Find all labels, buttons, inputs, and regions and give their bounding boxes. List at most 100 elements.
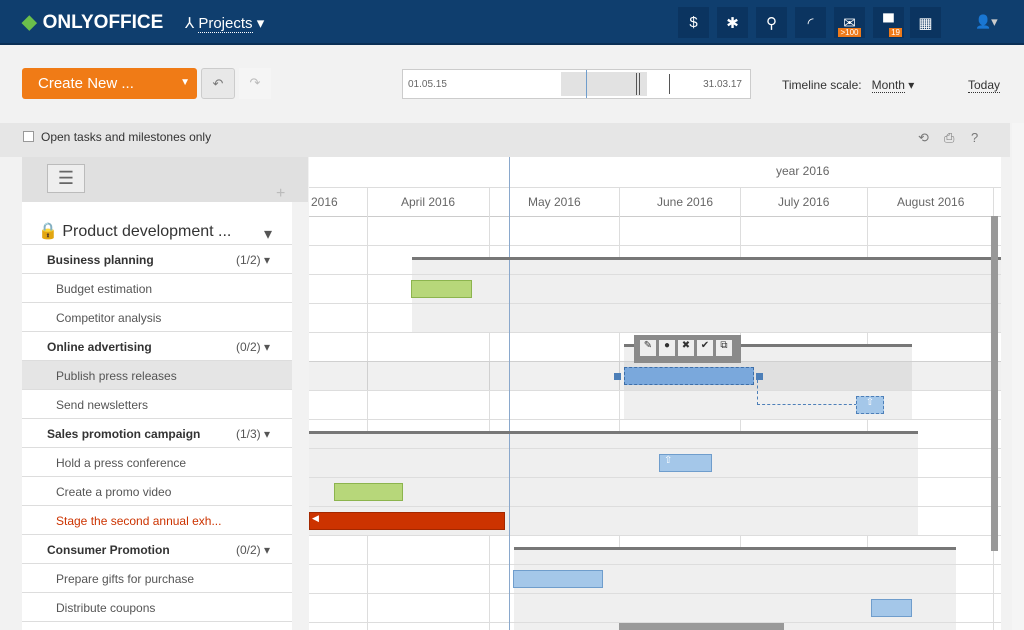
range-window[interactable]	[561, 72, 647, 96]
row-count: (1/2) ▾	[235, 253, 270, 267]
task-bar-hold-press-conference[interactable]: ⇧	[659, 454, 712, 472]
milestone-row[interactable]: Business planning (1/2) ▾	[22, 245, 292, 274]
row-line	[309, 448, 1001, 449]
row-line	[309, 274, 1001, 275]
open-only-checkbox[interactable]	[23, 131, 34, 142]
task-list: ☰ + 🔒 Product development ... ▾ Business …	[22, 157, 308, 630]
dollar-icon[interactable]: $	[678, 7, 709, 38]
scale-dropdown[interactable]: Month	[871, 78, 905, 93]
print-icon[interactable]: ⎙	[944, 130, 954, 146]
row-line	[309, 564, 1001, 565]
row-line	[309, 390, 1001, 391]
resize-handle-left[interactable]	[614, 373, 621, 380]
redo-button[interactable]: ↷	[239, 68, 271, 99]
row-label: Prepare gifts for purchase	[56, 572, 195, 586]
milestone-bar-sales-promotion[interactable]	[309, 431, 918, 434]
page-scrollbar[interactable]	[1012, 123, 1024, 630]
mail-icon[interactable]: ✉ >100	[834, 7, 865, 38]
month-label: July 2016	[778, 195, 830, 209]
row-label: Stage the second annual exh...	[56, 514, 222, 528]
task-row[interactable]: Hold a press conference	[22, 448, 292, 477]
help-icon[interactable]: ?	[971, 130, 978, 145]
module-selector[interactable]: ⅄ Projects ▾	[185, 14, 264, 33]
row-label: Create a promo video	[56, 485, 172, 499]
row-label: Consumer Promotion	[47, 543, 170, 557]
search-icon[interactable]: ⚲	[756, 7, 787, 38]
month-label: 2016	[311, 195, 338, 209]
row-line	[309, 535, 1001, 536]
edit-icon[interactable]: ✎	[640, 340, 656, 356]
task-row[interactable]: Competitor analysis	[22, 303, 292, 332]
assign-user-icon[interactable]: ●	[659, 340, 675, 356]
task-bar-budget-estimation[interactable]	[411, 280, 472, 298]
month-label: June 2016	[657, 195, 714, 209]
milestone-row[interactable]: Sales promotion campaign (1/3) ▾	[22, 419, 292, 448]
top-bar: ◆ ONLYOFFICE ⅄ Projects ▾ $ ✱ ⚲ ◜ ✉ >100 ▀…	[0, 0, 1024, 45]
calendar-icon[interactable]: ▦	[910, 7, 941, 38]
undo-button[interactable]: ↶	[201, 68, 235, 99]
row-count: (0/2) ▾	[235, 543, 270, 557]
row-label: Competitor analysis	[56, 311, 162, 325]
today-line	[509, 157, 510, 630]
logo[interactable]: ◆ ONLYOFFICE	[22, 11, 163, 34]
delete-icon[interactable]: ✖	[678, 340, 694, 356]
settings-icon[interactable]: ✱	[717, 7, 748, 38]
row-label: Publish press releases	[56, 369, 177, 383]
row-line	[309, 303, 1001, 304]
complete-icon[interactable]: ✔	[697, 340, 713, 356]
row-line	[309, 419, 1001, 420]
row-count: (1/3) ▾	[235, 427, 270, 441]
row-line	[309, 593, 1001, 594]
row-count: (0/2) ▾	[235, 340, 270, 354]
milestone-bar-business-planning[interactable]	[412, 257, 1001, 260]
year-label: year 2016	[776, 164, 830, 178]
project-row[interactable]: 🔒 Product development ... ▾	[22, 216, 292, 245]
task-bar-prepare-gifts[interactable]	[513, 570, 603, 588]
task-row[interactable]: Send newsletters	[22, 390, 292, 419]
timeline-scale: Timeline scale: Month ▾	[782, 78, 915, 93]
task-bar-create-promo-video[interactable]	[334, 483, 403, 501]
menu-icon[interactable]: ☰	[47, 164, 85, 193]
task-row[interactable]: Prepare gifts for purchase	[22, 564, 292, 593]
today-button[interactable]: Today	[968, 78, 1001, 93]
row-label: Hold a press conference	[56, 456, 187, 470]
milestone-row[interactable]: Online advertising (0/2) ▾	[22, 332, 292, 361]
row-line	[309, 332, 1001, 333]
lock-icon: 🔒	[38, 223, 58, 240]
row-label: Business planning	[47, 253, 154, 267]
milestone-bar-consumer-promotion[interactable]	[514, 547, 956, 550]
row-label: Send newsletters	[56, 398, 149, 412]
month-label: May 2016	[528, 195, 581, 209]
chat-icon[interactable]: ▀ 19	[873, 7, 904, 38]
chart-horizontal-scrollbar[interactable]	[619, 623, 784, 630]
task-bar-publish-press-releases[interactable]	[624, 367, 754, 385]
feed-icon[interactable]: ◜	[795, 7, 826, 38]
month-label: April 2016	[401, 195, 456, 209]
dependency-link	[757, 380, 857, 405]
row-label: Sales promotion campaign	[47, 427, 201, 441]
gantt-chart[interactable]: year 2016 2016 April 2016 May 2016 June 201…	[309, 157, 1001, 630]
task-row[interactable]: Budget estimation	[22, 274, 292, 303]
user-icon[interactable]: 👤▾	[975, 14, 998, 30]
timeline-range-slider[interactable]: 01.05.15 31.03.17	[402, 69, 751, 99]
task-row[interactable]: Publish press releases	[22, 361, 292, 390]
month-label: August 2016	[897, 195, 965, 209]
row-label: Budget estimation	[56, 282, 153, 296]
row-line	[309, 477, 1001, 478]
row-line	[309, 506, 1001, 507]
add-icon[interactable]: +	[276, 185, 285, 203]
filter-label: Open tasks and milestones only	[41, 130, 212, 144]
refresh-icon[interactable]: ⟲	[918, 130, 929, 146]
task-bar-send-newsletters[interactable]: ⇧	[856, 396, 884, 414]
task-row[interactable]: Distribute coupons	[22, 593, 292, 622]
link-icon[interactable]: ⧉	[716, 340, 732, 356]
task-bar-distribute-coupons[interactable]	[871, 599, 912, 617]
task-bar-stage-exhibition[interactable]: ◀	[309, 512, 505, 530]
filter-bar: Open tasks and milestones only ⟲ ⎙ ?	[0, 123, 1010, 157]
milestone-row[interactable]: Consumer Promotion (0/2) ▾	[22, 535, 292, 564]
create-new-button[interactable]: Create New ... ▼	[22, 68, 197, 99]
resize-handle-right[interactable]	[756, 373, 763, 380]
task-row[interactable]: Stage the second annual exh...	[22, 506, 292, 535]
chart-vertical-scrollbar[interactable]	[991, 216, 998, 551]
task-row[interactable]: Create a promo video	[22, 477, 292, 506]
